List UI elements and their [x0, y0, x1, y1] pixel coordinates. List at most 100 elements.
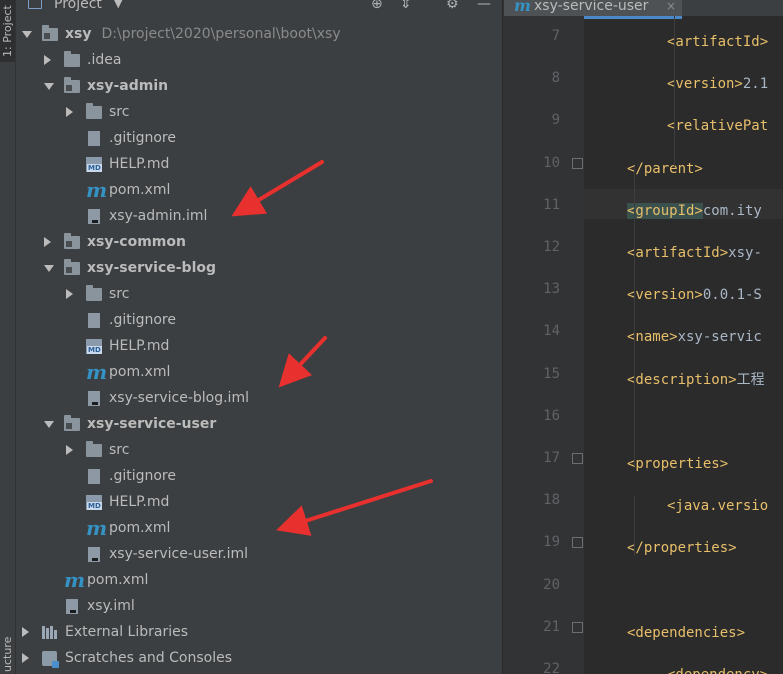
- tree-item[interactable]: m pom.xml: [16, 567, 502, 593]
- tree-item-label: HELP.md: [109, 494, 170, 510]
- fold-marker-icon[interactable]: [572, 537, 583, 549]
- module-folder-icon: [64, 415, 80, 431]
- code-text: 2.1: [742, 76, 769, 93]
- code-line[interactable]: <artifactId>: [667, 32, 768, 52]
- markdown-icon: MD: [86, 495, 102, 510]
- tree-item[interactable]: .gitignore: [16, 463, 502, 489]
- tree-item-label: .gitignore: [109, 312, 176, 328]
- tree-item-label: src: [109, 442, 130, 458]
- indent-guide: [634, 166, 635, 466]
- expanded-arrow-icon[interactable]: [44, 421, 54, 428]
- hide-panel-icon[interactable]: —: [477, 0, 491, 14]
- maven-icon: m: [514, 0, 531, 15]
- code-text: xsy-servic: [677, 329, 762, 346]
- maven-icon: m: [86, 360, 108, 384]
- tree-item[interactable]: Scratches and Consoles: [16, 645, 502, 671]
- collapse-all-icon[interactable]: ⇕: [400, 0, 412, 14]
- fold-marker-icon[interactable]: [572, 157, 583, 169]
- line-number: 19: [543, 534, 560, 551]
- tree-item[interactable]: MD HELP.md: [16, 333, 502, 359]
- line-number: 17: [543, 450, 560, 466]
- tree-item[interactable]: m pom.xml: [16, 515, 502, 541]
- collapsed-arrow-icon[interactable]: [44, 55, 51, 65]
- collapsed-arrow-icon[interactable]: [66, 289, 73, 299]
- code-line[interactable]: <groupId>com.ity: [627, 201, 762, 221]
- tree-item-label: .idea: [87, 52, 122, 68]
- code-line[interactable]: <properties>: [627, 454, 728, 474]
- tree-item[interactable]: MD HELP.md: [16, 151, 502, 177]
- markdown-icon: MD: [86, 339, 102, 354]
- tree-item[interactable]: xsy-service-blog: [16, 255, 502, 281]
- line-number: 9: [551, 112, 560, 129]
- tree-item[interactable]: xsy-service-user.iml: [16, 541, 502, 567]
- tree-item[interactable]: MD HELP.md: [16, 489, 502, 515]
- expanded-arrow-icon[interactable]: [44, 83, 54, 90]
- iml-file-icon: [88, 391, 100, 406]
- tree-item[interactable]: m pom.xml: [16, 177, 502, 203]
- tree-item[interactable]: xsy-service-blog.iml: [16, 385, 502, 411]
- code-line[interactable]: <version>2.1: [667, 74, 768, 94]
- xml-tag: </properties>: [627, 540, 737, 557]
- module-folder-icon: [64, 77, 80, 93]
- tree-item[interactable]: src: [16, 437, 502, 463]
- code-line[interactable]: <name>xsy-servic: [627, 327, 762, 347]
- tree-item[interactable]: External Libraries: [16, 619, 502, 645]
- code-line[interactable]: <description>工程: [627, 370, 765, 390]
- tree-item-label: HELP.md: [109, 156, 170, 172]
- tree-item-label: .gitignore: [109, 130, 176, 146]
- code-line[interactable]: <dependency>: [667, 665, 768, 674]
- tree-item[interactable]: xsy-admin: [16, 73, 502, 99]
- code-line[interactable]: </properties>: [627, 538, 737, 558]
- editor-area[interactable]: m xsy-service-user × 7 8 9 10 11 12 13 14 15 16 17…: [503, 0, 783, 674]
- tree-item-label: xsy D:\project\2020\personal\boot\xsy: [65, 26, 341, 42]
- locate-icon[interactable]: ⊕: [371, 0, 383, 14]
- code-line[interactable]: <java.versio: [667, 496, 768, 516]
- project-tool-tab[interactable]: 1: Project: [0, 0, 15, 62]
- code-line[interactable]: <version>0.0.1-S: [627, 285, 762, 305]
- tree-item[interactable]: src: [16, 281, 502, 307]
- expanded-arrow-icon[interactable]: [44, 265, 54, 272]
- folder-icon: [86, 285, 102, 301]
- line-number: 22: [543, 661, 560, 674]
- code-line[interactable]: <artifactId>xsy-: [627, 243, 762, 263]
- tree-item[interactable]: xsy.iml: [16, 593, 502, 619]
- tree-item[interactable]: xsy-admin.iml: [16, 203, 502, 229]
- line-number: 7: [551, 28, 560, 44]
- code-line[interactable]: <relativePat: [667, 116, 768, 136]
- tree-item[interactable]: src: [16, 99, 502, 125]
- panel-title[interactable]: Project: [54, 0, 102, 14]
- collapsed-arrow-icon[interactable]: [66, 107, 73, 117]
- tree-item[interactable]: m pom.xml: [16, 359, 502, 385]
- gear-icon[interactable]: ⚙: [446, 0, 459, 14]
- collapsed-arrow-icon[interactable]: [22, 653, 29, 663]
- structure-tool-tab[interactable]: ucture: [0, 634, 15, 674]
- tree-item[interactable]: .gitignore: [16, 307, 502, 333]
- line-number: 13: [543, 281, 560, 298]
- code-line[interactable]: </parent>: [627, 159, 703, 179]
- collapsed-arrow-icon[interactable]: [22, 627, 29, 637]
- file-icon: [88, 131, 100, 146]
- tree-item[interactable]: xsy-service-user: [16, 411, 502, 437]
- xml-tag: <artifactId>: [627, 245, 729, 261]
- fold-marker-icon[interactable]: [572, 621, 583, 633]
- xml-tag: <dependency>: [667, 667, 768, 674]
- xml-tag: <version>: [667, 76, 743, 93]
- xml-tag: <java.versio: [667, 498, 769, 515]
- tree-item-label: xsy-service-blog.iml: [109, 390, 249, 406]
- indent-guide: [674, 16, 675, 166]
- tree-item[interactable]: .idea: [16, 47, 502, 73]
- tool-window-strip: 1: Project ucture: [0, 0, 16, 674]
- fold-marker-icon[interactable]: [572, 453, 583, 464]
- tree-item[interactable]: xsy D:\project\2020\personal\boot\xsy: [16, 21, 502, 47]
- chevron-down-icon[interactable]: ▼: [114, 0, 122, 14]
- code-line[interactable]: <dependencies>: [627, 623, 745, 643]
- collapsed-arrow-icon[interactable]: [44, 237, 51, 247]
- project-panel: Project ▼ ⊕ ⇕ ⚙ — xsy D:\project\2020\per…: [16, 0, 502, 674]
- library-icon: [42, 626, 60, 639]
- tree-item-label: HELP.md: [109, 338, 170, 354]
- expanded-arrow-icon[interactable]: [22, 31, 32, 38]
- close-icon[interactable]: ×: [666, 0, 676, 16]
- tree-item[interactable]: xsy-common: [16, 229, 502, 255]
- tree-item[interactable]: .gitignore: [16, 125, 502, 151]
- collapsed-arrow-icon[interactable]: [66, 445, 73, 455]
